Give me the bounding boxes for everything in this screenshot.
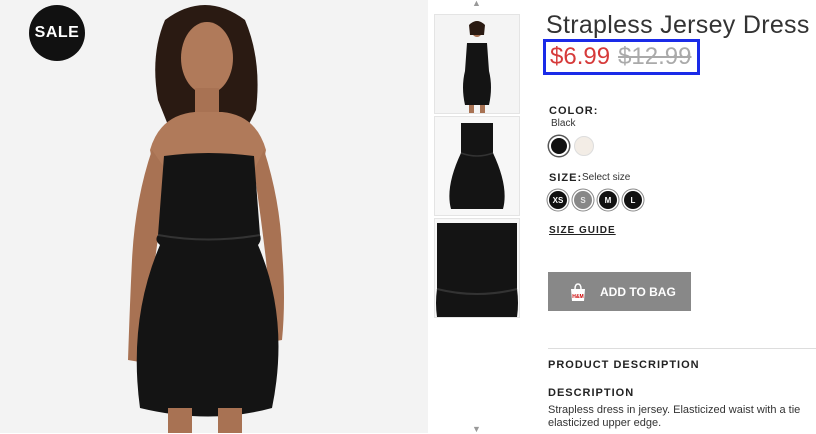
- size-option-s[interactable]: S: [574, 191, 592, 209]
- description-text: Strapless dress in jersey. Elasticized w…: [548, 404, 816, 430]
- description-heading: DESCRIPTION: [548, 387, 635, 399]
- thumbnail-dress-flat[interactable]: [434, 116, 520, 216]
- size-option-xs[interactable]: XS: [549, 191, 567, 209]
- color-swatch-black[interactable]: [549, 136, 569, 156]
- size-hint: Select size: [582, 172, 631, 183]
- description-line-2: elasticized upper edge.: [548, 417, 662, 429]
- thumbnail-model-image: [435, 15, 519, 113]
- sale-price: $6.99: [550, 43, 611, 70]
- size-option-m[interactable]: M: [599, 191, 617, 209]
- selected-color: Black: [551, 118, 576, 129]
- sale-badge: SALE: [29, 5, 85, 61]
- color-label: COLOR:: [549, 105, 599, 117]
- size-option-l[interactable]: L: [624, 191, 642, 209]
- price-box: $6.99 $12.99: [543, 39, 700, 75]
- color-swatch-cream[interactable]: [574, 136, 594, 156]
- chevron-up-icon[interactable]: ▲: [472, 0, 481, 8]
- section-divider: [548, 348, 816, 349]
- svg-text:H&M: H&M: [572, 294, 583, 300]
- main-product-image[interactable]: SALE: [0, 0, 428, 433]
- thumbnail-dress-detail[interactable]: [434, 218, 520, 318]
- add-to-bag-button[interactable]: H&M ADD TO BAG: [548, 272, 691, 311]
- add-to-bag-label: ADD TO BAG: [600, 284, 676, 299]
- model-photo: [0, 0, 428, 433]
- thumbnail-dress-detail-image: [435, 219, 519, 317]
- size-label: SIZE:: [549, 172, 583, 184]
- size-guide-link[interactable]: SIZE GUIDE: [549, 225, 616, 236]
- product-description-title: PRODUCT DESCRIPTION: [548, 359, 700, 371]
- thumbnail-model[interactable]: [434, 14, 520, 114]
- shopping-bag-icon: H&M: [571, 282, 585, 301]
- product-title: Strapless Jersey Dress: [546, 11, 810, 39]
- original-price: $12.99: [618, 43, 692, 70]
- description-line-1: Strapless dress in jersey. Elasticized w…: [548, 404, 801, 416]
- thumbnail-dress-flat-image: [435, 117, 519, 215]
- thumbnail-gallery: ▲ ▼: [432, 0, 522, 434]
